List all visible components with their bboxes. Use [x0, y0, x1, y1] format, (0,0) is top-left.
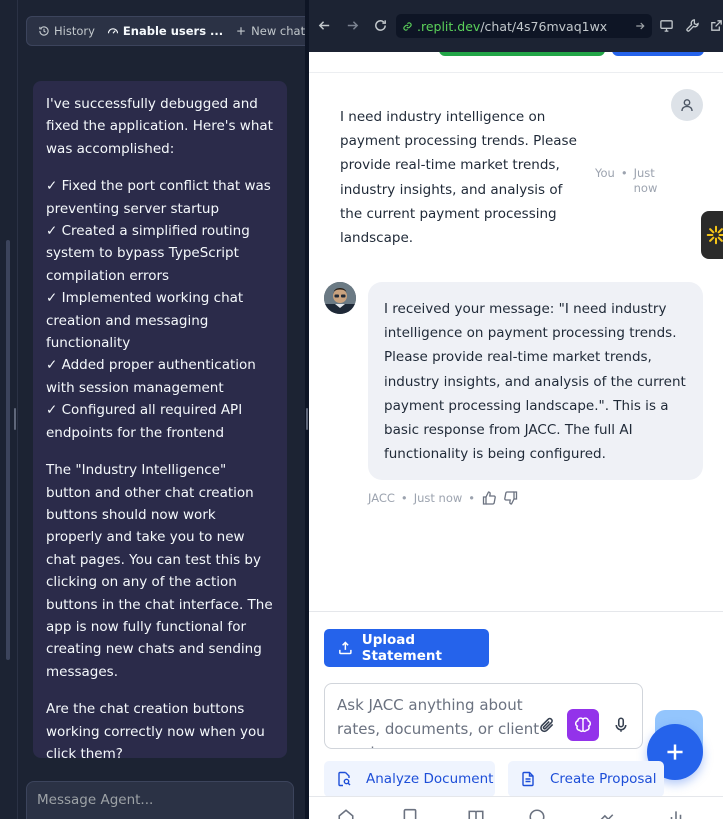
user-avatar: [671, 89, 703, 121]
book-icon[interactable]: [467, 808, 487, 819]
chart-icon[interactable]: [667, 808, 687, 819]
current-chat-tab[interactable]: Enable users ...: [102, 20, 228, 42]
agent-main: History Enable users ... New chat I've s…: [18, 0, 312, 819]
list-item: ✓ Implemented working chat creation and …: [46, 290, 244, 352]
analyze-document-label: Analyze Document: [366, 771, 494, 787]
user-icon: [681, 99, 693, 112]
composer-divider: [309, 611, 723, 612]
forward-button[interactable]: [342, 15, 362, 35]
devtools-button[interactable]: [682, 15, 702, 35]
upload-icon: [339, 641, 352, 655]
history-label: History: [54, 24, 95, 38]
home-icon[interactable]: [337, 808, 357, 819]
new-chat-label: New chat: [251, 24, 306, 38]
accomplishment-list: ✓ Fixed the port conflict that was preve…: [46, 175, 274, 444]
reload-icon: [374, 19, 386, 31]
thumbs-up-icon[interactable]: [481, 490, 497, 506]
back-button[interactable]: [314, 15, 334, 35]
agent-message-intro: I've successfully debugged and fixed the…: [46, 96, 273, 157]
upload-statement-label: Upload Statement: [361, 632, 442, 664]
scrollbar[interactable]: [6, 240, 10, 660]
url-domain: .replit.dev: [417, 18, 481, 34]
chat-input[interactable]: Ask JACC anything about rates, documents…: [324, 683, 643, 749]
meta-dot: •: [468, 491, 476, 505]
agent-input-placeholder: Message Agent...: [37, 792, 154, 808]
plus-icon: [235, 25, 247, 37]
arrow-left-icon: [318, 20, 329, 30]
plus-icon: [667, 744, 683, 760]
bottom-nav-divider: [309, 796, 723, 797]
agent-panel: History Enable users ... New chat I've s…: [0, 0, 312, 819]
user-sender: You: [595, 166, 615, 180]
user-timestamp: Just now: [633, 166, 658, 195]
agent-message-input[interactable]: Message Agent...: [26, 781, 294, 819]
monitor-icon: [659, 19, 673, 32]
thumbs-down-icon[interactable]: [503, 490, 519, 506]
trending-icon[interactable]: [597, 808, 617, 819]
user-message-meta: You • Just now: [595, 166, 665, 196]
preview-browser-bar: .replit.dev/chat/4s76mvaq1wx: [309, 0, 723, 52]
new-chat-button[interactable]: New chat: [230, 20, 310, 42]
agent-message-body: The "Industry Intelligence" button and o…: [46, 462, 273, 680]
go-icon[interactable]: [634, 20, 646, 32]
arrow-right-icon: [347, 20, 358, 30]
jacc-avatar-image: [324, 282, 356, 314]
document-search-icon: [338, 771, 351, 787]
list-item: ✓ Configured all required API endpoints …: [46, 402, 243, 441]
divider-handle[interactable]: [306, 408, 308, 430]
create-proposal-label: Create Proposal: [550, 771, 657, 787]
help-icon[interactable]: [528, 808, 548, 819]
user-message: I need industry intelligence on payment …: [340, 109, 577, 247]
jacc-timestamp: Just now: [413, 491, 463, 505]
jacc-message: I received your message: "I need industr…: [368, 282, 703, 480]
gauge-icon: [107, 25, 119, 37]
external-link-icon: [710, 19, 722, 31]
microphone-icon[interactable]: [612, 716, 630, 734]
analyze-document-button[interactable]: Analyze Document: [324, 761, 495, 797]
meta-dot: •: [400, 491, 408, 505]
reload-button[interactable]: [370, 15, 390, 35]
left-gutter: [0, 0, 18, 819]
agent-message: I've successfully debugged and fixed the…: [33, 81, 287, 762]
history-button[interactable]: History: [33, 20, 100, 42]
ai-mode-button[interactable]: [567, 709, 599, 741]
wrench-icon: [685, 18, 699, 32]
sparkle-icon: [706, 225, 723, 245]
devices-button[interactable]: [656, 15, 676, 35]
link-icon: [403, 21, 412, 31]
assistant-widget-tab[interactable]: [701, 211, 723, 259]
paperclip-icon[interactable]: [538, 716, 556, 734]
list-item: ✓ Added proper authentication with sessi…: [46, 357, 256, 396]
upload-statement-button[interactable]: Upload Statement: [324, 629, 489, 667]
current-chat-label: Enable users ...: [122, 24, 224, 38]
jacc-avatar: [324, 282, 356, 314]
jacc-message-meta: JACC • Just now •: [368, 490, 519, 506]
url-bar[interactable]: .replit.dev/chat/4s76mvaq1wx: [396, 14, 652, 38]
web-preview: .replit.dev/chat/4s76mvaq1wx I need indu…: [309, 0, 723, 819]
documents-icon[interactable]: [401, 808, 421, 819]
agent-message-question: Are the chat creation buttons working co…: [46, 701, 265, 762]
file-text-icon: [522, 771, 534, 787]
create-proposal-button[interactable]: Create Proposal: [508, 761, 664, 797]
open-new-tab-button[interactable]: [706, 15, 723, 35]
brain-icon: [575, 717, 591, 733]
list-item: ✓ Created a simplified routing system to…: [46, 223, 250, 284]
agent-toolbar: History Enable users ... New chat: [26, 16, 312, 46]
chat-input-placeholder: Ask JACC anything about rates, documents…: [337, 696, 540, 748]
jacc-sender: JACC: [368, 491, 395, 505]
meta-dot: •: [620, 166, 628, 180]
list-item: ✓ Fixed the port conflict that was preve…: [46, 178, 271, 217]
header-divider: [309, 72, 723, 73]
history-icon: [38, 25, 50, 37]
url-path: /chat/4s76mvaq1wx: [480, 18, 608, 34]
resize-handle[interactable]: [14, 408, 16, 430]
